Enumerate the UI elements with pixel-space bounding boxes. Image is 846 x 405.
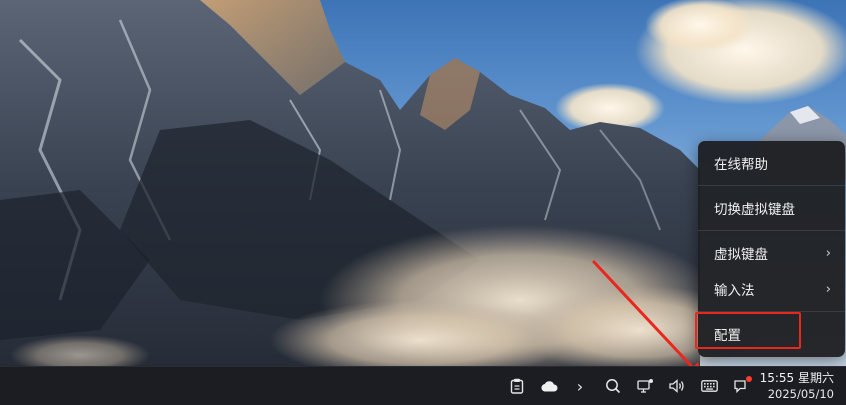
clock-date: 2025/05/10	[767, 387, 834, 401]
menu-item-toggle-virtual-keyboard[interactable]: 切换虚拟键盘	[698, 188, 845, 228]
clock-weekday: 星期六	[797, 371, 834, 385]
menu-item-input-method[interactable]: 输入法 ›	[698, 269, 845, 309]
expand-tray-icon[interactable]: ›	[569, 375, 591, 397]
menu-item-online-help[interactable]: 在线帮助	[698, 143, 845, 183]
keyboard-icon[interactable]	[698, 375, 720, 397]
taskbar: › 15:55 星期六 2025/05/10	[0, 366, 846, 405]
clock-time: 15:55	[759, 371, 795, 385]
volume-icon[interactable]	[666, 375, 688, 397]
clock[interactable]: 15:55 星期六 2025/05/10	[754, 370, 834, 402]
menu-separator	[698, 185, 845, 186]
cloud-icon[interactable]	[538, 375, 560, 397]
menu-item-label: 切换虚拟键盘	[714, 202, 795, 218]
network-icon[interactable]	[634, 375, 656, 397]
clock-time-row: 15:55 星期六	[754, 370, 834, 386]
menu-item-label: 虚拟键盘	[714, 247, 768, 263]
chevron-right-icon: ›	[825, 281, 831, 297]
search-icon[interactable]	[602, 375, 624, 397]
notification-icon[interactable]	[730, 375, 752, 397]
chevron-right-icon: ›	[825, 245, 831, 261]
annotation-highlight-box	[695, 312, 801, 349]
menu-item-label: 输入法	[714, 283, 755, 299]
clipboard-icon[interactable]	[506, 375, 528, 397]
notification-badge	[746, 376, 752, 382]
menu-item-virtual-keyboard[interactable]: 虚拟键盘 ›	[698, 233, 845, 273]
menu-separator	[698, 230, 845, 231]
menu-item-label: 在线帮助	[714, 157, 768, 173]
